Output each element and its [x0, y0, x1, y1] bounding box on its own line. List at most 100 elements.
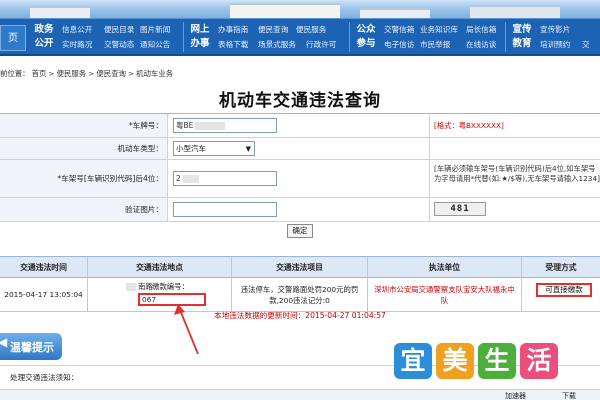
breadcrumb: 前位置： 首页 > 便民服务 > 便民查询 > 机动车业务	[0, 68, 175, 79]
violation-item: 违法停车，交警路面处罚200元的罚款,200违法记分:0	[232, 278, 368, 312]
watermark-char: 活	[520, 343, 558, 379]
form-cell: 粤BE	[168, 114, 430, 137]
form-row-type: 机动车类型： 小型汽车 ▼	[0, 138, 600, 160]
form-row-captcha: 验证图片： 481	[0, 198, 600, 222]
query-form: *车牌号： 粤BE [格式：粤BXXXXXX] 机动车类型： 小型汽车 ▼ *车架…	[0, 113, 600, 222]
captcha-input[interactable]	[173, 202, 277, 217]
captcha-label: 验证图片：	[0, 198, 168, 221]
nav-link[interactable]: 局长信箱	[466, 24, 496, 35]
vehicle-type-select[interactable]: 小型汽车 ▼	[173, 141, 255, 156]
vin-hint: [车辆必须输车架号(车辆识别代码)后4位,如车架号为字母请用*代替(如:★/$等…	[434, 164, 600, 183]
blurred-text	[126, 283, 136, 291]
page-title: 机动车交通违法查询	[219, 91, 381, 111]
form-cell: 小型汽车 ▼	[168, 138, 430, 159]
breadcrumb-separator: >	[88, 69, 95, 78]
column-header: 交通违法项目	[232, 257, 368, 278]
nav-link[interactable]: 在线访谈	[466, 39, 496, 50]
nav-category[interactable]: 网上 办事	[188, 23, 212, 51]
breadcrumb-item[interactable]: 便民查询	[96, 69, 126, 78]
nav-home-button[interactable]: 页	[0, 25, 26, 51]
breadcrumb-item[interactable]: 便民服务	[57, 69, 87, 78]
column-header: 受理方式	[545, 263, 577, 272]
form-row-plate: *车牌号： 粤BE [格式：粤BXXXXXX]	[0, 114, 600, 138]
table-header: 交通违法时间 交通违法地点 交通违法项目 执法单位 受理方式	[0, 256, 600, 278]
banner-building	[470, 5, 560, 18]
form-cell	[168, 198, 430, 221]
nav-category[interactable]: 宣传 教育	[510, 23, 534, 51]
annotation-arrow-icon	[174, 304, 199, 355]
nav-link[interactable]: 电子信访	[384, 39, 414, 50]
nav-link[interactable]: 行政许可	[306, 39, 336, 50]
main-nav: 页 政务 公开 信息公开 便民目录 图片新闻 实时路况 交警动态 通知公告 网上办…	[0, 18, 600, 56]
browser-status-bar: 加速器 下载	[0, 389, 600, 400]
violation-time: 2015-04-17 13:05:04	[0, 278, 88, 312]
tips-banner: ◀ 温馨提示	[0, 333, 62, 360]
plate-format-hint: [格式：粤BXXXXXX]	[434, 121, 504, 130]
vin-input[interactable]: 2	[173, 171, 277, 186]
chevron-down-icon: ▼	[245, 145, 251, 153]
confirm-button[interactable]: 确定	[287, 224, 313, 238]
nav-link[interactable]: 便民服务	[296, 24, 326, 35]
nav-link[interactable]: 交警动态	[104, 39, 134, 50]
nav-link[interactable]: 表格下载	[218, 39, 248, 50]
nav-group-edu: 宣传 教育 宣传影片 培训预约 交	[510, 19, 600, 55]
vehicle-type-label: 机动车类型：	[0, 138, 168, 159]
nav-divider	[349, 22, 350, 52]
banner-building	[360, 8, 430, 18]
nav-link[interactable]: 实时路况	[62, 39, 92, 50]
nav-group-service: 网上 办事 办事指南 便民查询 便民服务 表格下载 场景式服务 行政许可	[188, 19, 348, 55]
enforcement-unit: 深圳市公安局交通警察支队宝安大队福永中队	[368, 278, 522, 312]
nav-group-public: 公众 参与 交警信箱 业务知识库 局长信箱 电子信访 市民举报 在线访谈	[354, 19, 504, 55]
payment-no-label: 缴款编号：	[152, 282, 189, 291]
nav-link[interactable]: 办事指南	[218, 24, 248, 35]
watermark-logo: 宜美生活	[394, 343, 562, 379]
plate-label: *车牌号：	[0, 114, 168, 137]
form-row-vin: *车架号[车辆识别代码]后4位： 2 [车辆必须输车架号(车辆识别代码)后4位,…	[0, 160, 600, 198]
blurred-text	[195, 122, 226, 130]
nav-category[interactable]: 公众 参与	[354, 23, 378, 51]
speaker-icon: ◀	[0, 335, 8, 349]
watermark-char: 美	[436, 343, 474, 379]
banner-building	[30, 6, 90, 18]
captcha-image[interactable]: 481	[434, 202, 486, 216]
column-header: 交通违法时间	[0, 257, 88, 278]
breadcrumb-item[interactable]: 机动车业务	[136, 69, 173, 78]
nav-category[interactable]: 政务 公开	[32, 23, 56, 51]
plate-input[interactable]: 粤BE	[173, 118, 277, 133]
breadcrumb-separator: >	[127, 69, 135, 78]
breadcrumb-item[interactable]: 首页	[32, 69, 47, 78]
payment-code: 067	[142, 295, 157, 304]
notice-text: 处理交通违法须知：	[10, 373, 79, 382]
banner-building	[230, 3, 340, 18]
nav-link[interactable]: 交	[582, 39, 590, 50]
column-header: 交通违法地点	[88, 257, 232, 278]
column-header: 执法单位	[368, 257, 522, 278]
nav-link[interactable]: 便民查询	[258, 24, 288, 35]
location-road: 南路	[138, 282, 153, 291]
download-button[interactable]: 下载	[562, 391, 576, 400]
nav-link[interactable]: 培训预约	[540, 39, 570, 50]
nav-link[interactable]: 宣传影片	[540, 24, 570, 35]
form-cell: 2	[168, 160, 430, 197]
tips-title: 温馨提示	[10, 341, 54, 354]
breadcrumb-separator: >	[48, 69, 55, 78]
nav-group-gov: 政务 公开 信息公开 便民目录 图片新闻 实时路况 交警动态 通知公告	[32, 19, 182, 55]
watermark-char: 宜	[394, 343, 432, 379]
nav-link[interactable]: 图片新闻	[140, 24, 170, 35]
table-row: 2015-04-17 13:05:04 南路 缴款编号： 067 违法停车，交警…	[0, 278, 600, 312]
update-time-note: 本地违法数据的更新时间：2015-04-27 01:04:57	[214, 311, 386, 320]
nav-link[interactable]: 业务知识库	[420, 24, 458, 35]
nav-link[interactable]: 市民举报	[420, 39, 450, 50]
nav-divider	[505, 22, 506, 52]
pay-directly-button[interactable]: 可直接缴款	[536, 283, 592, 297]
nav-link[interactable]: 便民目录	[104, 24, 134, 35]
breadcrumb-prefix: 前位置：	[0, 69, 30, 78]
accelerator-button[interactable]: 加速器	[505, 391, 526, 400]
nav-divider	[183, 22, 184, 52]
nav-link[interactable]: 交警信箱	[384, 24, 414, 35]
vin-label: *车架号[车辆识别代码]后4位：	[0, 160, 168, 197]
nav-link[interactable]: 信息公开	[62, 24, 92, 35]
site-banner	[0, 0, 600, 18]
nav-link[interactable]: 场景式服务	[258, 39, 296, 50]
nav-link[interactable]: 通知公告	[140, 39, 170, 50]
